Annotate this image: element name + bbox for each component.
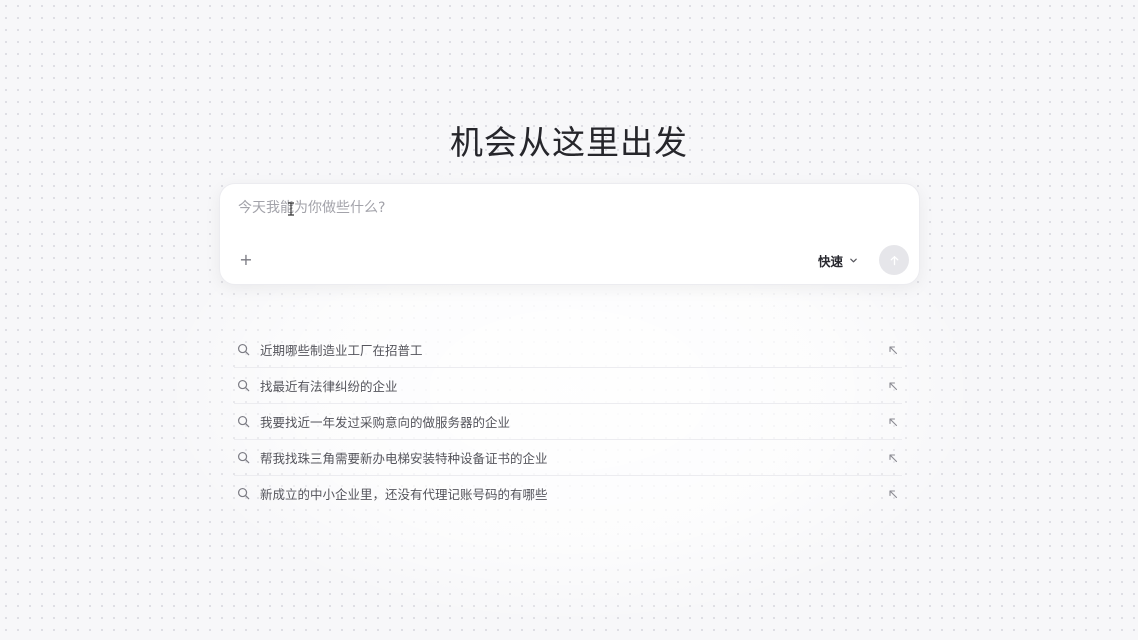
suggestion-item[interactable]: 帮我找珠三角需要新办电梯安装特种设备证书的企业 bbox=[234, 440, 902, 476]
search-icon bbox=[237, 487, 250, 500]
add-attachment-button[interactable]: + bbox=[236, 250, 256, 270]
arrow-up-icon bbox=[890, 255, 898, 265]
chat-composer: + 快速 bbox=[219, 183, 920, 285]
search-icon bbox=[237, 343, 250, 356]
suggestion-list: 近期哪些制造业工厂在招普工 找最近有法律纠纷的企业 我要找近一年发过采购意向的做… bbox=[234, 332, 902, 511]
arrow-up-left-icon bbox=[889, 453, 898, 462]
arrow-up-left-icon bbox=[889, 417, 898, 426]
search-icon bbox=[237, 451, 250, 464]
plus-icon: + bbox=[239, 250, 253, 269]
suggestion-text: 帮我找珠三角需要新办电梯安装特种设备证书的企业 bbox=[260, 451, 548, 466]
suggestion-item[interactable]: 新成立的中小企业里，还没有代理记账号码的有哪些 bbox=[234, 476, 902, 511]
arrow-up-left-icon bbox=[889, 381, 898, 390]
arrow-up-left-icon bbox=[889, 489, 898, 498]
page-title: 机会从这里出发 bbox=[450, 123, 688, 163]
suggestion-item[interactable]: 找最近有法律纠纷的企业 bbox=[234, 368, 902, 404]
suggestion-text: 新成立的中小企业里，还没有代理记账号码的有哪些 bbox=[260, 487, 548, 502]
chevron-down-icon bbox=[850, 258, 857, 262]
suggestion-item[interactable]: 近期哪些制造业工厂在招普工 bbox=[234, 332, 902, 368]
suggestion-text: 近期哪些制造业工厂在招普工 bbox=[260, 343, 423, 358]
arrow-up-left-icon bbox=[889, 345, 898, 354]
suggestion-text: 找最近有法律纠纷的企业 bbox=[260, 379, 398, 394]
suggestion-item[interactable]: 我要找近一年发过采购意向的做服务器的企业 bbox=[234, 404, 902, 440]
prompt-input[interactable] bbox=[238, 196, 898, 220]
search-icon bbox=[237, 379, 250, 392]
mode-label: 快速 bbox=[818, 253, 844, 269]
suggestion-text: 我要找近一年发过采购意向的做服务器的企业 bbox=[260, 415, 511, 430]
send-button[interactable] bbox=[879, 245, 909, 275]
mode-select[interactable]: 快速 bbox=[818, 250, 858, 270]
search-icon bbox=[237, 415, 250, 428]
text-cursor-icon bbox=[288, 202, 294, 216]
